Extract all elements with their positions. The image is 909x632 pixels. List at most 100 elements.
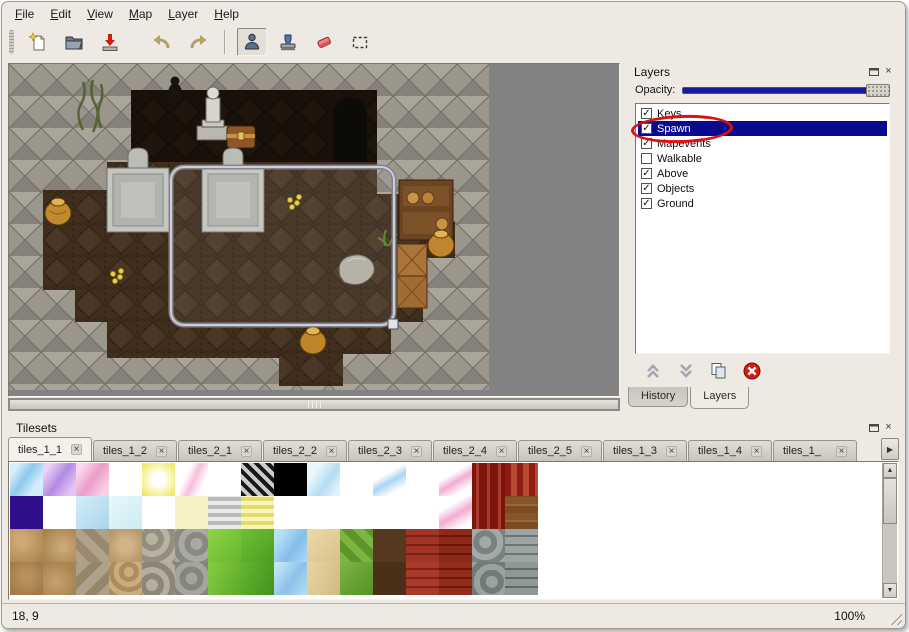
tile-1-10[interactable] [340,496,373,529]
layer-checkbox-above[interactable]: ✓ [641,168,652,179]
tile-0-7[interactable] [241,463,274,496]
tile-0-0[interactable] [10,463,43,496]
tile-1-5[interactable] [175,496,208,529]
panel-float-icon[interactable] [866,421,881,435]
tab-close-icon[interactable]: × [581,446,592,457]
tab-close-icon[interactable]: × [666,446,677,457]
menu-file[interactable]: File [8,5,41,23]
tile-1-2[interactable] [76,496,109,529]
tile-2-9[interactable] [307,529,340,562]
tile-1-3[interactable] [109,496,142,529]
tile-0-10[interactable] [340,463,373,496]
panel-close-icon[interactable]: × [881,65,896,79]
map-image[interactable] [9,64,489,390]
tile-0-12[interactable] [406,463,439,496]
tile-3-14[interactable] [472,562,505,595]
tile-1-0[interactable] [10,496,43,529]
layer-checkbox-walkable[interactable] [641,153,652,164]
tab-close-icon[interactable]: × [326,446,337,457]
layer-lower-button[interactable] [675,360,697,382]
menu-edit[interactable]: Edit [43,5,78,23]
menu-layer[interactable]: Layer [161,5,205,23]
tileset-tab-tiles_1_1[interactable]: tiles_1_1× [8,437,92,461]
tile-2-3[interactable] [109,529,142,562]
tile-3-7[interactable] [241,562,274,595]
resize-grip[interactable] [889,612,902,625]
tile-2-1[interactable] [43,529,76,562]
tile-0-14[interactable] [472,463,505,496]
tile-3-15[interactable] [505,562,538,595]
tile-3-12[interactable] [406,562,439,595]
layer-row-keys[interactable]: ✓Keys [638,106,887,121]
map-viewport[interactable] [8,63,620,397]
horizontal-scrollbar-thumb[interactable] [9,399,619,410]
tile-2-14[interactable] [472,529,505,562]
tile-3-8[interactable] [274,562,307,595]
layer-row-above[interactable]: ✓Above [638,166,887,181]
layer-row-spawn[interactable]: ✓Spawn [638,121,887,136]
layer-checkbox-spawn[interactable]: ✓ [641,123,652,134]
tile-0-15[interactable] [505,463,538,496]
menu-map[interactable]: Map [122,5,159,23]
select-tool-button[interactable] [345,28,375,56]
splitter[interactable] [2,411,905,419]
scroll-down-icon[interactable]: ▼ [883,583,897,598]
tile-2-0[interactable] [10,529,43,562]
tile-2-15[interactable] [505,529,538,562]
vertical-scrollbar-track[interactable] [883,478,897,583]
tile-1-1[interactable] [43,496,76,529]
tile-0-4[interactable] [142,463,175,496]
open-button[interactable] [59,28,89,56]
tab-close-icon[interactable]: × [496,446,507,457]
panel-close-icon[interactable]: × [881,421,896,435]
tile-3-6[interactable] [208,562,241,595]
menu-help[interactable]: Help [207,5,246,23]
tab-close-icon[interactable]: × [751,446,762,457]
tile-2-10[interactable] [340,529,373,562]
tileset-tab-tiles_2_4[interactable]: tiles_2_4× [433,440,517,461]
eraser-tool-button[interactable] [309,28,339,56]
layer-raise-button[interactable] [642,360,664,382]
opacity-slider-handle[interactable] [866,84,890,97]
tile-3-13[interactable] [439,562,472,595]
tile-2-11[interactable] [373,529,406,562]
tile-1-13[interactable] [439,496,472,529]
tile-0-1[interactable] [43,463,76,496]
selection-rect[interactable] [171,167,398,329]
tab-scroll-right-button[interactable]: ▶ [881,438,899,460]
layer-checkbox-ground[interactable]: ✓ [641,198,652,209]
tileset-tab-tiles_2_2[interactable]: tiles_2_2× [263,440,347,461]
tile-3-5[interactable] [175,562,208,595]
tile-1-4[interactable] [142,496,175,529]
tab-close-icon[interactable]: × [156,446,167,457]
tile-0-6[interactable] [208,463,241,496]
tile-0-9[interactable] [307,463,340,496]
tile-0-11[interactable] [373,463,406,496]
tileset-tab-tiles_2_5[interactable]: tiles_2_5× [518,440,602,461]
tileset-tab-tiles_1_2[interactable]: tiles_1_2× [93,440,177,461]
redo-button[interactable] [183,28,213,56]
tile-0-2[interactable] [76,463,109,496]
tile-3-1[interactable] [43,562,76,595]
layer-row-mapevents[interactable]: ✓Mapevents [638,136,887,151]
panel-float-icon[interactable] [866,65,881,79]
tile-3-0[interactable] [10,562,43,595]
dock-tab-history[interactable]: History [628,387,688,407]
tile-2-2[interactable] [76,529,109,562]
tile-1-9[interactable] [307,496,340,529]
layer-row-objects[interactable]: ✓Objects [638,181,887,196]
layer-row-walkable[interactable]: Walkable [638,151,887,166]
tab-close-icon[interactable]: × [241,446,252,457]
new-button[interactable] [23,28,53,56]
tile-0-3[interactable] [109,463,142,496]
tileset-tab-tiles_2_1[interactable]: tiles_2_1× [178,440,262,461]
layer-delete-button[interactable] [741,360,763,382]
opacity-slider[interactable] [682,83,890,98]
dock-tab-layers[interactable]: Layers [690,387,749,409]
layer-checkbox-mapevents[interactable]: ✓ [641,138,652,149]
horizontal-scrollbar[interactable] [8,398,620,411]
tile-3-10[interactable] [340,562,373,595]
tile-1-6[interactable] [208,496,241,529]
layer-row-ground[interactable]: ✓Ground [638,196,887,211]
vertical-scrollbar[interactable]: ▲ ▼ [882,463,897,598]
